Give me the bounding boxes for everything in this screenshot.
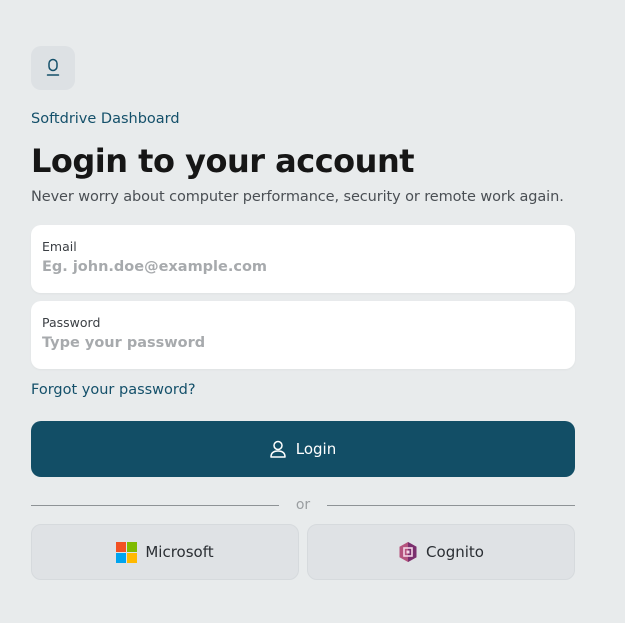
cognito-button-label: Cognito [426, 543, 484, 561]
app-logo [31, 46, 75, 90]
cognito-login-button[interactable]: Cognito [307, 524, 575, 580]
app-name: Softdrive Dashboard [31, 111, 180, 127]
or-divider: or [31, 496, 575, 514]
password-input[interactable] [42, 335, 562, 351]
login-button-label: Login [295, 440, 337, 458]
password-field[interactable]: Password [31, 301, 575, 369]
login-button[interactable]: Login [31, 421, 575, 477]
microsoft-login-button[interactable]: Microsoft [31, 524, 299, 580]
login-card: Softdrive Dashboard Login to your accoun… [31, 46, 575, 580]
sso-buttons: Microsoft Cognito [31, 524, 575, 580]
forgot-password-link[interactable]: Forgot your password? [31, 381, 196, 399]
microsoft-button-label: Microsoft [145, 543, 214, 561]
divider-line-left [31, 504, 279, 506]
password-label: Password [42, 315, 101, 330]
divider-label: or [295, 497, 311, 513]
user-icon [270, 440, 286, 458]
email-field[interactable]: Email [31, 225, 575, 293]
app-logo-icon [46, 58, 60, 76]
cognito-logo-icon [399, 542, 417, 562]
microsoft-logo-icon [116, 541, 138, 563]
page-tagline: Never worry about computer performance, … [31, 189, 564, 205]
divider-line-right [327, 504, 575, 506]
email-label: Email [42, 239, 77, 254]
page-title: Login to your account [31, 142, 415, 180]
email-input[interactable] [42, 259, 562, 275]
